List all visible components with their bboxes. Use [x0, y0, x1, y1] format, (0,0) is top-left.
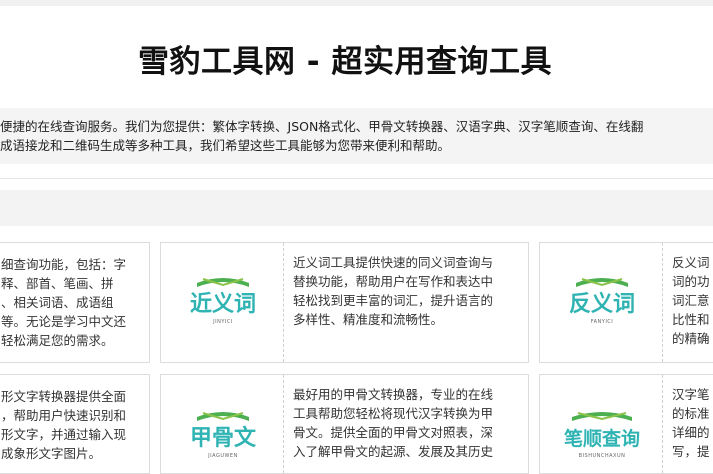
svg-text:笔顺查询: 笔顺查询 [564, 427, 640, 450]
svg-text:近义词: 近义词 [190, 291, 256, 317]
card-description: 汉字笔 的标准 详细的 写，提 [672, 385, 710, 461]
card-logo-area: 反义词 FANYICI [540, 243, 663, 362]
logo-subtitle: JINYICI [213, 319, 233, 325]
desc-line: 轻松满足您的需求。 [1, 333, 114, 348]
tool-card-hieroglyph[interactable]: 形文字转换器提供全面 ，帮助用户快速识别和 形文字，并通过输入现 成象形文字图片… [0, 374, 150, 474]
desc-line: 的精确 [672, 331, 710, 346]
desc-line: 释、部首、笔画、拼 [1, 276, 114, 291]
desc-line: 工具帮助您轻松将现代汉字转换为甲 [293, 406, 494, 421]
desc-line: 轻松找到更丰富的词汇，提升语言的 [293, 293, 494, 308]
desc-line: 骨文。提供全面的甲骨文对照表，深 [293, 425, 494, 440]
tool-card-stroke-order[interactable]: 笔顺查询 BISHUNCHAXUN 汉字笔 的标准 详细的 写，提 [539, 374, 713, 474]
tool-card-synonym[interactable]: 近义词 JINYICI 近义词工具提供快速的同义词查询与 替换功能，帮助用户在写… [160, 242, 529, 363]
card-description: 细查询功能，包括：字 释、部首、笔画、拼 、相关词语、成语组 等。无论是学习中文… [1, 255, 126, 350]
logo-subtitle: FANYICI [590, 319, 614, 325]
desc-line: 等。无论是学习中文还 [1, 314, 127, 329]
desc-line: 汉字笔 [672, 387, 710, 402]
oracle-bone-logo-icon: 甲骨文 JIAGUWEN [183, 405, 263, 461]
svg-text:反义词: 反义词 [569, 292, 635, 317]
toolbar-strip [0, 190, 713, 226]
antonym-logo-icon: 反义词 FANYICI [562, 271, 642, 327]
desc-line: 形文字转换器提供全面 [1, 389, 127, 404]
desc-line: 替换功能，帮助用户在写作和表达中 [293, 274, 494, 289]
intro-line-2: 成语接龙和二维码生成等多种工具，我们希望这些工具能够为您带来便利和帮助。 [0, 138, 451, 153]
card-logo-area: 甲骨文 JIAGUWEN [161, 375, 284, 473]
svg-text:甲骨文: 甲骨文 [190, 425, 257, 451]
desc-line: 成象形文字图片。 [1, 446, 102, 461]
desc-line: 最好用的甲骨文转换器，专业的在线 [293, 387, 494, 402]
logo-subtitle: JIAGUWEN [208, 453, 238, 459]
stroke-order-logo-icon: 笔顺查询 BISHUNCHAXUN [556, 405, 648, 461]
site-intro: 便捷的在线查询服务。我们为您提供：繁体字转换、JSON格式化、甲骨文转换器、汉语… [0, 108, 713, 164]
desc-line: 详细的 [672, 425, 710, 440]
card-description: 近义词工具提供快速的同义词查询与 替换功能，帮助用户在写作和表达中 轻松找到更丰… [293, 253, 521, 329]
card-logo-area: 笔顺查询 BISHUNCHAXUN [540, 375, 663, 473]
desc-line: 细查询功能，包括：字 [1, 257, 127, 272]
card-description: 反义词 词的功 词汇意 比性和 的精确 [672, 253, 710, 348]
desc-line: ，帮助用户快速识别和 [1, 408, 127, 423]
card-description: 形文字转换器提供全面 ，帮助用户快速识别和 形文字，并通过输入现 成象形文字图片… [1, 387, 126, 463]
intro-line-1: 便捷的在线查询服务。我们为您提供：繁体字转换、JSON格式化、甲骨文转换器、汉语… [0, 119, 644, 134]
tool-card-oracle-bone[interactable]: 甲骨文 JIAGUWEN 最好用的甲骨文转换器，专业的在线 工具帮助您轻松将现代… [160, 374, 529, 474]
card-description: 最好用的甲骨文转换器，专业的在线 工具帮助您轻松将现代汉字转换为甲 骨文。提供全… [293, 385, 521, 461]
desc-line: 词汇意 [672, 293, 710, 308]
desc-line: 多样性、精准度和流畅性。 [293, 312, 444, 327]
desc-line: 的标准 [672, 406, 710, 421]
desc-line: 反义词 [672, 255, 710, 270]
desc-line: 比性和 [672, 312, 710, 327]
card-logo-area: 近义词 JINYICI [161, 243, 284, 362]
synonym-logo-icon: 近义词 JINYICI [183, 271, 263, 327]
divider [0, 178, 713, 179]
desc-line: 形文字，并通过输入现 [1, 427, 127, 442]
tool-card-antonym[interactable]: 反义词 FANYICI 反义词 词的功 词汇意 比性和 的精确 [539, 242, 713, 363]
desc-line: 近义词工具提供快速的同义词查询与 [293, 255, 494, 270]
desc-line: 入了解甲骨文的起源、发展及其历史 [293, 444, 494, 459]
desc-line: 词的功 [672, 274, 710, 289]
top-strip [0, 0, 713, 6]
tool-card-dictionary[interactable]: 细查询功能，包括：字 释、部首、笔画、拼 、相关词语、成语组 等。无论是学习中文… [0, 242, 150, 363]
page-title: 雪豹工具网 - 超实用查询工具 [138, 44, 552, 80]
desc-line: 、相关词语、成语组 [1, 295, 114, 310]
desc-line: 写，提 [672, 444, 710, 459]
logo-subtitle: BISHUNCHAXUN [578, 453, 626, 459]
